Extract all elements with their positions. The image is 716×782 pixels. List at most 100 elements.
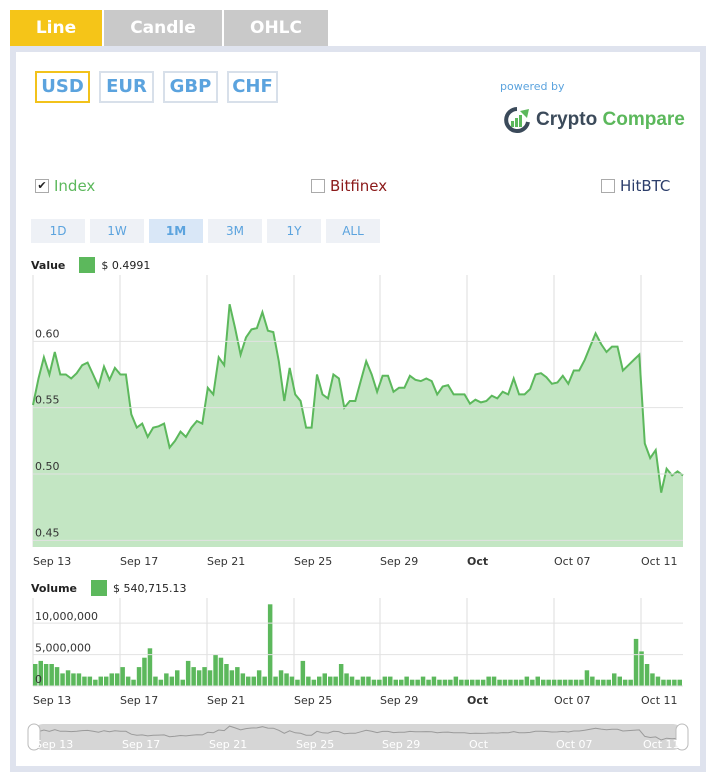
volume-bar: [87, 676, 93, 686]
navigator-tick-label: Oct: [469, 738, 489, 751]
price-volume-charts[interactable]: 0.45 0.50 0.55 0.60 Sep 13 Sep 17 Sep 21 Sep 2…: [0, 0, 716, 782]
volume-bar: [399, 679, 404, 686]
volume-bar: [196, 670, 202, 686]
volume-bar: [409, 679, 415, 686]
volume-bar: [644, 664, 650, 686]
volume-bar: [568, 679, 573, 686]
volume-bar: [355, 679, 360, 686]
volume-bar: [109, 673, 114, 686]
volume-bar: [557, 679, 562, 686]
volume-bar: [54, 667, 60, 686]
volume-x-tick-label: Sep 21: [207, 694, 245, 707]
volume-bar: [333, 676, 338, 686]
price-y-tick-label: 0.45: [35, 526, 60, 539]
price-x-tick-label: Sep 17: [120, 555, 158, 568]
volume-bar: [639, 651, 644, 686]
volume-bar: [448, 679, 453, 686]
volume-bar: [43, 664, 49, 686]
volume-bar: [590, 676, 595, 686]
volume-bar: [622, 679, 628, 686]
volume-bar: [612, 673, 617, 686]
volume-bar: [322, 673, 327, 686]
navigator-tick-label: Sep 21: [209, 738, 247, 751]
volume-bar: [169, 676, 175, 686]
price-x-tick-label: Oct: [467, 555, 488, 568]
volume-bar: [49, 664, 54, 686]
volume-bar: [628, 679, 633, 686]
volume-bar: [120, 667, 125, 686]
volume-bar: [388, 676, 393, 686]
volume-bar: [524, 676, 530, 686]
price-y-tick-label: 0.50: [35, 460, 60, 473]
volume-bar: [437, 679, 442, 686]
volume-bar: [349, 676, 355, 686]
price-x-tick-label: Sep 21: [207, 555, 245, 568]
volume-bar: [185, 660, 191, 686]
volume-bar: [213, 654, 218, 686]
volume-bar: [606, 679, 611, 686]
price-x-tick-label: Oct 11: [641, 555, 678, 568]
volume-bar: [377, 679, 382, 686]
volume-bar: [328, 676, 333, 686]
navigator-tick-label: Sep 25: [296, 738, 334, 751]
price-x-tick-label: Oct 07: [554, 555, 591, 568]
volume-bar: [573, 679, 579, 686]
volume-bar: [82, 676, 87, 686]
volume-bar: [535, 676, 540, 686]
volume-x-tick-label: Sep 17: [120, 694, 158, 707]
volume-bar: [235, 667, 240, 686]
volume-bar: [551, 679, 557, 686]
volume-bar: [158, 679, 164, 686]
volume-bar: [459, 679, 464, 686]
volume-x-tick-label: Oct 07: [554, 694, 591, 707]
volume-x-tick-label: Sep 29: [380, 694, 418, 707]
navigator-tick-label: Sep 17: [122, 738, 160, 751]
volume-bar: [207, 670, 213, 686]
volume-bar: [650, 673, 655, 686]
volume-bar: [142, 657, 147, 686]
volume-bar: [338, 664, 344, 686]
volume-bar: [530, 679, 535, 686]
volume-bar: [311, 679, 317, 686]
price-y-tick-label: 0.60: [35, 327, 60, 340]
volume-bar: [579, 679, 584, 686]
volume-bar: [426, 679, 431, 686]
volume-bar: [562, 679, 568, 686]
volume-bar: [393, 679, 398, 686]
volume-y-tick-label: 0: [35, 673, 42, 686]
volume-x-tick-label: Oct 11: [641, 694, 678, 707]
volume-bar: [125, 676, 131, 686]
price-x-tick-label: Sep 25: [294, 555, 332, 568]
volume-bar: [175, 670, 180, 686]
volume-bar: [218, 657, 224, 686]
volume-bar: [584, 670, 590, 686]
price-x-tick-label: Sep 29: [380, 555, 418, 568]
volume-bar: [136, 667, 142, 686]
volume-bar: [76, 673, 82, 686]
volume-bar: [541, 679, 546, 686]
volume-bar: [273, 676, 278, 686]
volume-bar: [404, 676, 409, 686]
volume-bar: [633, 638, 639, 686]
volume-bar: [344, 673, 349, 686]
volume-bar: [595, 679, 601, 686]
volume-bar: [131, 679, 136, 686]
volume-bar: [71, 673, 76, 686]
volume-y-tick-label: 10,000,000: [35, 610, 98, 623]
volume-bar: [289, 676, 295, 686]
navigator-tick-label: Oct 11: [643, 738, 680, 751]
volume-bar: [262, 676, 267, 686]
volume-bar: [655, 676, 661, 686]
navigator[interactable]: Sep 13 Sep 17 Sep 21 Sep 25 Sep 29 Oct Oct 07 O…: [27, 723, 689, 751]
volume-bar: [420, 676, 426, 686]
volume-bar: [475, 679, 480, 686]
volume-bar: [295, 679, 300, 686]
navigator-tick-label: Sep 29: [382, 738, 420, 751]
volume-bar: [486, 676, 491, 686]
volume-x-tick-label: Oct: [467, 694, 488, 707]
volume-bar: [93, 679, 98, 686]
volume-bar: [513, 679, 519, 686]
volume-bar: [431, 676, 437, 686]
volume-bar: [508, 679, 513, 686]
volume-bar: [180, 679, 185, 686]
